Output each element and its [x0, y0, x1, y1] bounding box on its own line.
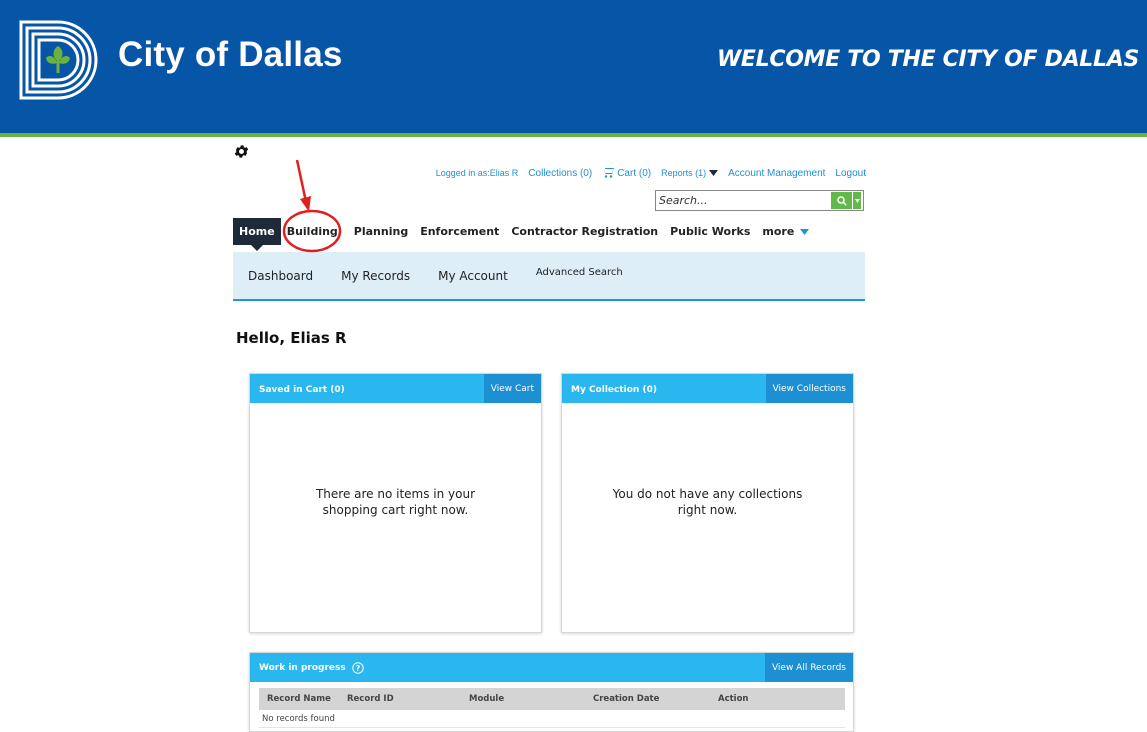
subnav-my-account[interactable]: My Account	[438, 269, 508, 283]
table-row-empty: No records found	[259, 710, 845, 728]
greeting: Hello, Elias R	[236, 329, 347, 347]
subnav-dashboard[interactable]: Dashboard	[248, 269, 313, 283]
collection-panel-title: My Collection (0)	[571, 385, 657, 395]
wip-panel-header: Work in progress ? View All Records	[250, 653, 853, 682]
search-box	[655, 190, 864, 211]
collections-link[interactable]: Collections (0)	[528, 168, 592, 179]
view-cart-button[interactable]: View Cart	[483, 374, 541, 403]
cart-icon	[602, 168, 615, 178]
cart-link-label: Cart (0)	[617, 167, 652, 179]
subnav-advanced-search[interactable]: Advanced Search	[536, 267, 623, 278]
logout-link[interactable]: Logout	[835, 168, 866, 179]
search-input[interactable]	[659, 193, 819, 208]
collection-panel-header: My Collection (0) View Collections	[562, 374, 853, 403]
svg-text:?: ?	[355, 664, 360, 673]
annotation-arrow	[295, 159, 311, 212]
collection-empty-message: You do not have any collections right no…	[612, 487, 803, 517]
cart-panel-header: Saved in Cart (0) View Cart	[250, 374, 541, 403]
nav-building[interactable]: Building	[281, 218, 344, 245]
main-nav: Home Building Planning Enforcement Contr…	[233, 218, 815, 251]
help-icon[interactable]: ?	[352, 662, 364, 674]
nav-enforcement[interactable]: Enforcement	[414, 218, 505, 245]
account-management-link[interactable]: Account Management	[728, 168, 825, 179]
nav-planning[interactable]: Planning	[348, 218, 414, 245]
col-record-id[interactable]: Record ID	[347, 694, 469, 704]
brand-title: City of Dallas	[118, 35, 343, 74]
cart-link[interactable]: Cart (0)	[602, 168, 651, 179]
welcome-text: WELCOME TO THE CITY OF DALLAS	[716, 47, 1139, 72]
col-module[interactable]: Module	[469, 694, 593, 704]
search-button[interactable]	[831, 192, 861, 209]
reports-link[interactable]: Reports (1)	[661, 168, 719, 178]
cart-panel: Saved in Cart (0) View Cart There are no…	[249, 373, 542, 633]
col-action: Action	[718, 694, 749, 704]
nav-more[interactable]: more	[756, 218, 815, 245]
work-in-progress-panel: Work in progress ? View All Records Reco…	[249, 652, 854, 732]
subnav-my-records[interactable]: My Records	[341, 269, 410, 283]
search-icon	[831, 192, 852, 209]
nav-contractor-registration[interactable]: Contractor Registration	[505, 218, 664, 245]
cart-empty-message: There are no items in your shopping cart…	[315, 487, 476, 517]
sub-nav: Dashboard My Records My Account Advanced…	[233, 252, 865, 301]
wip-table: Record Name Record ID Module Creation Da…	[259, 688, 845, 728]
caret-down-icon	[709, 170, 719, 176]
col-record-name[interactable]: Record Name	[259, 694, 347, 704]
view-collections-button[interactable]: View Collections	[765, 374, 853, 403]
wip-panel-title-wrap: Work in progress ?	[259, 662, 364, 674]
cart-panel-title: Saved in Cart (0)	[259, 385, 345, 395]
wip-table-header: Record Name Record ID Module Creation Da…	[259, 688, 845, 710]
caret-down-icon	[800, 228, 810, 235]
logged-in-label: Logged in as:Elias R	[435, 168, 519, 178]
collection-panel: My Collection (0) View Collections You d…	[561, 373, 854, 633]
gear-icon[interactable]	[233, 143, 250, 160]
reports-link-label: Reports (1)	[661, 168, 707, 178]
wip-panel-title: Work in progress	[259, 663, 346, 673]
nav-more-label: more	[762, 225, 795, 238]
site-banner: City of Dallas WELCOME TO THE CITY OF DA…	[0, 0, 1147, 137]
col-creation-date[interactable]: Creation Date	[593, 694, 718, 704]
view-all-records-button[interactable]: View All Records	[764, 653, 853, 682]
city-logo-icon[interactable]	[18, 19, 100, 101]
nav-public-works[interactable]: Public Works	[664, 218, 756, 245]
search-options-caret-icon[interactable]	[852, 192, 861, 209]
top-links: Logged in as:Elias R Collections (0) Car…	[426, 166, 866, 180]
nav-home[interactable]: Home	[233, 218, 281, 251]
